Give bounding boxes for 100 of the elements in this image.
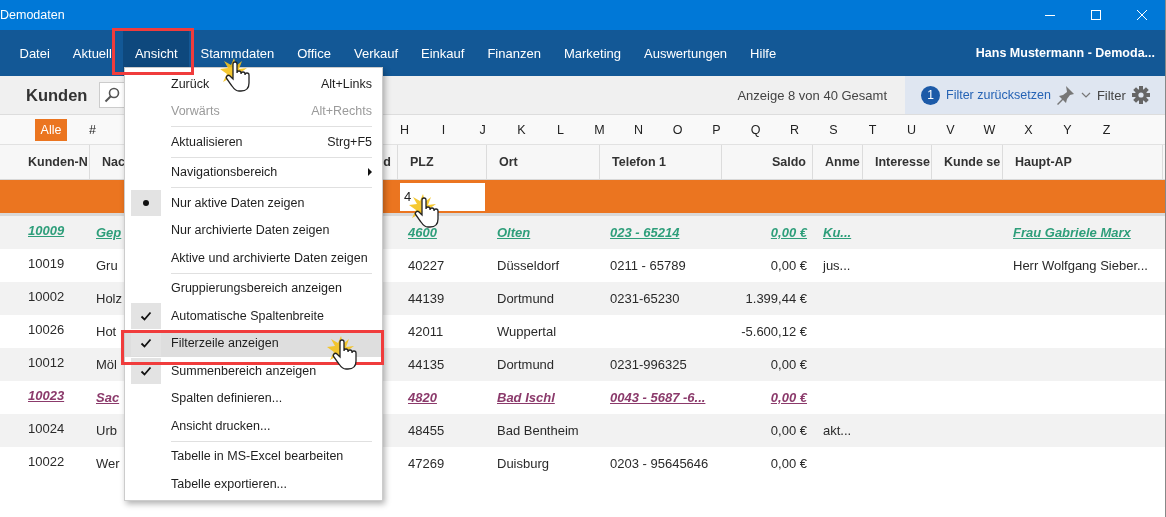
table-cell: 0,00 € <box>770 357 807 372</box>
filter-count-badge: 1 <box>921 85 940 105</box>
menu-item[interactable]: Einkauf <box>409 30 476 76</box>
letter-filter[interactable]: T <box>853 122 892 137</box>
table-link[interactable]: 10023 <box>28 388 65 403</box>
table-cell: 1.399,44 € <box>745 291 807 306</box>
letter-filter[interactable]: X <box>1009 122 1048 137</box>
table-cell: 10019 <box>28 256 65 271</box>
letter-filter[interactable]: # <box>73 122 112 137</box>
letter-filter[interactable]: V <box>931 122 970 137</box>
table-cell: 10012 <box>28 355 65 370</box>
letter-filter[interactable]: O <box>658 122 697 137</box>
table-cell: 0211 - 65789 <box>610 258 686 273</box>
column-header[interactable]: Ort <box>499 155 518 169</box>
table-cell: Düsseldorf <box>497 258 560 273</box>
table-cell: 0,00 € <box>770 456 807 471</box>
letter-filter[interactable]: W <box>970 122 1009 137</box>
record-count: Anzeige 8 von 40 Gesamt <box>737 87 887 103</box>
menu-item[interactable]: Spalten definieren... <box>125 384 382 412</box>
menu-item[interactable]: Nur archivierte Daten zeigen <box>125 216 382 244</box>
column-header[interactable]: Anme <box>825 155 860 169</box>
letter-filter[interactable]: K <box>502 122 541 137</box>
menu-item[interactable]: Aktualisieren Strg+F5 <box>125 128 382 156</box>
table-cell: 44135 <box>408 357 445 372</box>
table-cell: -5.600,12 € <box>741 324 807 339</box>
table-cell: 10026 <box>28 322 65 337</box>
pin-icon[interactable] <box>1056 85 1075 105</box>
letter-filter[interactable]: J <box>463 122 502 137</box>
maximize-icon <box>1091 10 1101 20</box>
table-cell: 10022 <box>28 454 65 469</box>
letter-filter[interactable]: M <box>580 122 619 137</box>
table-link[interactable]: 4820 <box>408 390 437 405</box>
table-cell: Holz <box>96 291 122 306</box>
table-cell: 0231-996325 <box>610 357 687 372</box>
table-cell: 10002 <box>28 289 65 304</box>
table-cell: 10024 <box>28 421 65 436</box>
chevron-down-icon[interactable] <box>1080 92 1091 98</box>
close-icon <box>1137 10 1147 20</box>
column-header[interactable]: Kunden-N <box>28 155 88 169</box>
menu-item[interactable]: Aktive und archivierte Daten zeigen <box>125 244 382 272</box>
table-cell: Möl <box>96 357 117 372</box>
table-cell: Hot <box>96 324 117 339</box>
table-link[interactable]: Sac <box>96 390 120 405</box>
menu-item[interactable]: Finanzen <box>475 30 553 76</box>
letter-filter[interactable]: I <box>424 122 463 137</box>
table-cell: Duisburg <box>497 456 550 471</box>
letter-filter[interactable]: P <box>697 122 736 137</box>
letter-filter[interactable]: Q <box>736 122 775 137</box>
window-title: Demodaten <box>0 8 66 22</box>
menu-item[interactable]: Nur aktive Daten zeigen <box>125 189 382 217</box>
letter-filter[interactable]: Y <box>1048 122 1087 137</box>
column-header[interactable]: Interesse <box>875 155 930 169</box>
table-link[interactable]: 0043 - 5687 -6... <box>610 390 706 405</box>
letter-filter[interactable]: U <box>892 122 931 137</box>
menu-item[interactable]: Datei <box>8 30 62 76</box>
settings-icon[interactable] <box>1131 86 1150 104</box>
menu-item[interactable]: Auswertungen <box>632 30 739 76</box>
menu-item[interactable]: Tabelle in MS-Excel bearbeiten <box>125 442 382 470</box>
submenu-arrow-icon <box>368 168 372 177</box>
menu-item[interactable]: Hilfe <box>738 30 788 76</box>
filter-label: Filter <box>1096 87 1126 103</box>
table-link[interactable]: Bad Ischl <box>497 390 555 405</box>
reset-filter-link[interactable]: Filter zurücksetzen <box>946 88 1051 102</box>
table-cell: Dortmund <box>497 357 555 372</box>
letter-filter[interactable]: H <box>385 122 424 137</box>
table-cell: Gru <box>96 258 118 273</box>
search-icon <box>104 87 121 103</box>
letter-filter[interactable]: S <box>814 122 853 137</box>
menu-item[interactable]: Gruppierungsbereich anzeigen <box>125 274 382 302</box>
menu-item[interactable]: Tabelle exportieren... <box>125 470 382 498</box>
table-cell: Urb <box>96 423 117 438</box>
column-header[interactable]: Saldo <box>771 155 806 169</box>
page-title: Kunden <box>26 85 88 105</box>
table-cell: 44139 <box>408 291 445 306</box>
table-cell: jus... <box>823 258 851 273</box>
letter-filter[interactable]: L <box>541 122 580 137</box>
column-header[interactable]: Kunde se <box>944 155 1001 169</box>
letter-filter[interactable]: Z <box>1087 122 1126 137</box>
table-cell: akt... <box>823 423 852 438</box>
table-cell: 42011 <box>408 324 444 339</box>
menu-item[interactable]: Automatische Spaltenbreite <box>125 302 382 330</box>
user-name: Hans Mustermann - Demoda... <box>975 46 1155 60</box>
menu-item[interactable]: Navigationsbereich <box>125 158 382 186</box>
column-header[interactable]: d <box>383 155 391 169</box>
table-cell: Wuppertal <box>497 324 556 339</box>
table-cell: Wer <box>96 456 120 471</box>
menu-item[interactable]: Ansicht drucken... <box>125 412 382 440</box>
table-cell: 0231-65230 <box>610 291 680 306</box>
column-header[interactable]: PLZ <box>410 155 434 169</box>
column-header[interactable]: Nac <box>102 155 125 169</box>
filter-input[interactable]: 4 <box>400 182 485 211</box>
table-cell: 47269 <box>408 456 445 471</box>
column-header[interactable]: Telefon 1 <box>612 155 666 169</box>
menu-item[interactable]: Aktuell <box>61 30 124 76</box>
menu-item[interactable]: Marketing <box>552 30 633 76</box>
letter-filter[interactable]: N <box>619 122 658 137</box>
table-cell: 48455 <box>408 423 445 438</box>
table-link[interactable]: 0,00 € <box>770 390 807 405</box>
column-header[interactable]: Haupt-AP <box>1015 155 1072 169</box>
letter-filter[interactable]: R <box>775 122 814 137</box>
